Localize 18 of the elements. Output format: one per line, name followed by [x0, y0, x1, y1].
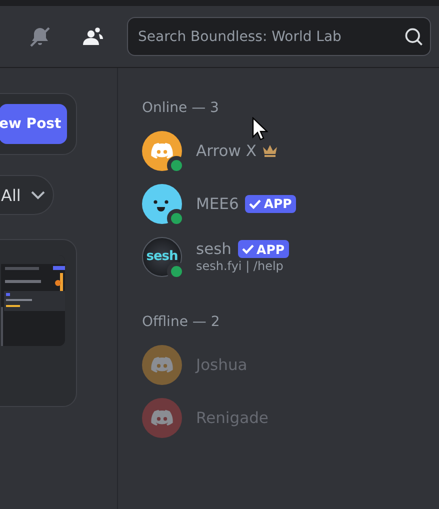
member-status-text: sesh.fyi | /help	[196, 259, 284, 273]
chevron-down-icon	[30, 190, 45, 200]
member-name: Arrow X	[196, 142, 256, 160]
app-badge: APP	[244, 194, 296, 212]
group-heading: Online — 3	[142, 99, 219, 118]
search-field[interactable]: Search Boundless: World Lab	[127, 17, 431, 56]
mouse-cursor-icon	[252, 117, 268, 141]
crown-icon	[262, 144, 278, 157]
group-heading: Offline — 2	[142, 313, 220, 332]
search-icon	[403, 26, 425, 48]
muted-bell-icon[interactable]	[28, 24, 52, 48]
member-name: sesh	[196, 240, 232, 258]
member-name: Joshua	[196, 356, 248, 374]
member-name: MEE6	[196, 194, 239, 212]
filter-dropdown[interactable]: All	[0, 175, 54, 215]
app-badge: APP	[238, 240, 289, 258]
post-card[interactable]	[0, 239, 77, 407]
member-name: Renigade	[196, 408, 268, 426]
